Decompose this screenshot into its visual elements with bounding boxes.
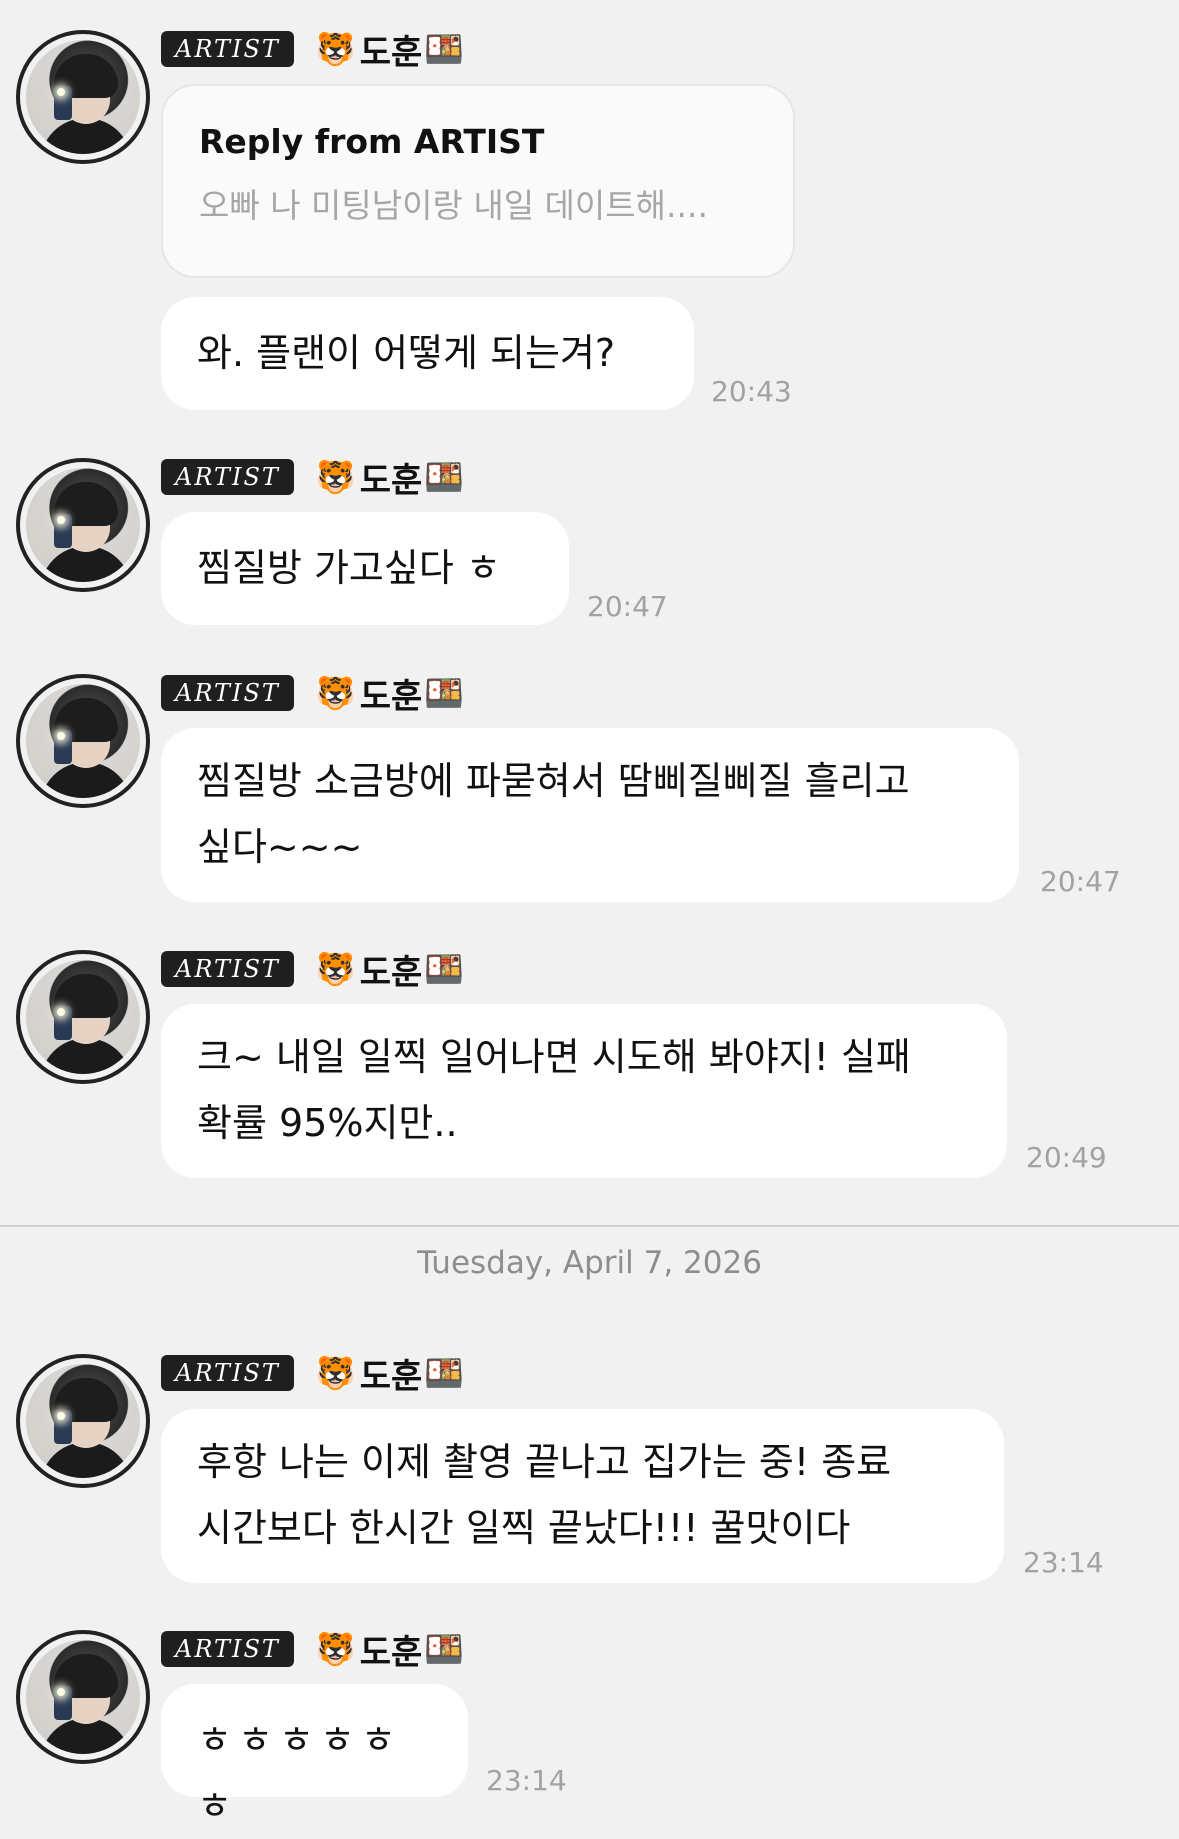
message-text-line: 싶다~~~ (197, 825, 363, 869)
avatar[interactable] (16, 950, 150, 1084)
sender-name: 도훈 (359, 1632, 423, 1673)
sender-row: ARTIST 🐯 도훈 🍱 (161, 29, 465, 73)
chat-thread: ARTIST 🐯 도훈 🍱 Reply from ARTIST 오빠 나 미팅남… (0, 0, 1179, 1831)
message-time: 23:14 (1023, 1546, 1104, 1579)
message-bubble[interactable]: 와. 플랜이 어떻게 되는겨? (161, 297, 694, 410)
sender-name: 도훈 (359, 32, 423, 73)
sender-row: ARTIST 🐯 도훈 🍱 (161, 457, 465, 501)
sender-name: 도훈 (359, 460, 423, 501)
tiger-emoji-icon: 🐯 (315, 674, 356, 712)
reply-card[interactable]: Reply from ARTIST 오빠 나 미팅남이랑 내일 데이트해.... (161, 84, 795, 278)
sender-name: 도훈 (359, 1356, 423, 1397)
message-bubble[interactable]: 찜질방 소금방에 파묻혀서 땀삐질삐질 흘리고 싶다~~~ (161, 728, 1019, 902)
avatar-photo (26, 684, 140, 798)
avatar[interactable] (16, 458, 150, 592)
artist-badge: ARTIST (161, 675, 294, 711)
message-time: 23:14 (486, 1764, 567, 1797)
message-time: 20:43 (711, 375, 792, 408)
artist-badge: ARTIST (161, 31, 294, 67)
message-text: ㅎㅎㅎㅎㅎㅎ (197, 1718, 402, 1828)
message-text-line: 찜질방 소금방에 파묻혀서 땀삐질삐질 흘리고 (197, 759, 910, 803)
message-bubble[interactable]: 찜질방 가고싶다 ㅎ (161, 512, 569, 625)
avatar-photo (26, 40, 140, 154)
tiger-emoji-icon: 🐯 (315, 1630, 356, 1668)
bento-emoji-icon: 🍱 (424, 950, 465, 988)
avatar[interactable] (16, 1354, 150, 1488)
message-text-line: 크~ 내일 일찍 일어나면 시도해 봐야지! 실패 (197, 1035, 911, 1079)
avatar-photo (26, 1640, 140, 1754)
sender-row: ARTIST 🐯 도훈 🍱 (161, 1629, 465, 1673)
message-bubble[interactable]: ㅎㅎㅎㅎㅎㅎ (161, 1684, 468, 1828)
artist-badge: ARTIST (161, 951, 294, 987)
message-text-line: 후항 나는 이제 촬영 끝나고 집가는 중! 종료 (197, 1440, 892, 1484)
avatar[interactable] (16, 1630, 150, 1764)
sender-row: ARTIST 🐯 도훈 🍱 (161, 1353, 465, 1397)
reply-quote: 오빠 나 미팅남이랑 내일 데이트해.... (199, 186, 708, 225)
message-text: 와. 플랜이 어떻게 되는겨? (197, 331, 616, 375)
artist-badge: ARTIST (161, 1631, 294, 1667)
reply-title: Reply from ARTIST (199, 122, 545, 161)
bento-emoji-icon: 🍱 (424, 674, 465, 712)
date-separator: Tuesday, April 7, 2026 (417, 1245, 762, 1281)
bento-emoji-icon: 🍱 (424, 1354, 465, 1392)
message-bubble[interactable]: 후항 나는 이제 촬영 끝나고 집가는 중! 종료 시간보다 한시간 일찍 끝났… (161, 1409, 1004, 1583)
bento-emoji-icon: 🍱 (424, 30, 465, 68)
tiger-emoji-icon: 🐯 (315, 1354, 356, 1392)
message-time: 20:47 (587, 590, 668, 623)
message-time: 20:49 (1026, 1141, 1107, 1174)
avatar-photo (26, 468, 140, 582)
sender-name: 도훈 (359, 676, 423, 717)
tiger-emoji-icon: 🐯 (315, 30, 356, 68)
message-time: 20:47 (1040, 865, 1121, 898)
avatar[interactable] (16, 674, 150, 808)
avatar[interactable] (16, 30, 150, 164)
bento-emoji-icon: 🍱 (424, 1630, 465, 1668)
sender-row: ARTIST 🐯 도훈 🍱 (161, 949, 465, 993)
date-divider (0, 1225, 1179, 1227)
sender-name: 도훈 (359, 952, 423, 993)
avatar-photo (26, 1364, 140, 1478)
message-bubble[interactable]: 크~ 내일 일찍 일어나면 시도해 봐야지! 실패 확률 95%지만.. (161, 1004, 1007, 1178)
message-text-line: 시간보다 한시간 일찍 끝났다!!! 꿀맛이다 (197, 1506, 851, 1550)
message-text: 찜질방 가고싶다 ㅎ (197, 546, 501, 590)
tiger-emoji-icon: 🐯 (315, 950, 356, 988)
artist-badge: ARTIST (161, 459, 294, 495)
message-text-line: 확률 95%지만.. (197, 1101, 458, 1145)
bento-emoji-icon: 🍱 (424, 458, 465, 496)
artist-badge: ARTIST (161, 1355, 294, 1391)
sender-row: ARTIST 🐯 도훈 🍱 (161, 673, 465, 717)
avatar-photo (26, 960, 140, 1074)
tiger-emoji-icon: 🐯 (315, 458, 356, 496)
